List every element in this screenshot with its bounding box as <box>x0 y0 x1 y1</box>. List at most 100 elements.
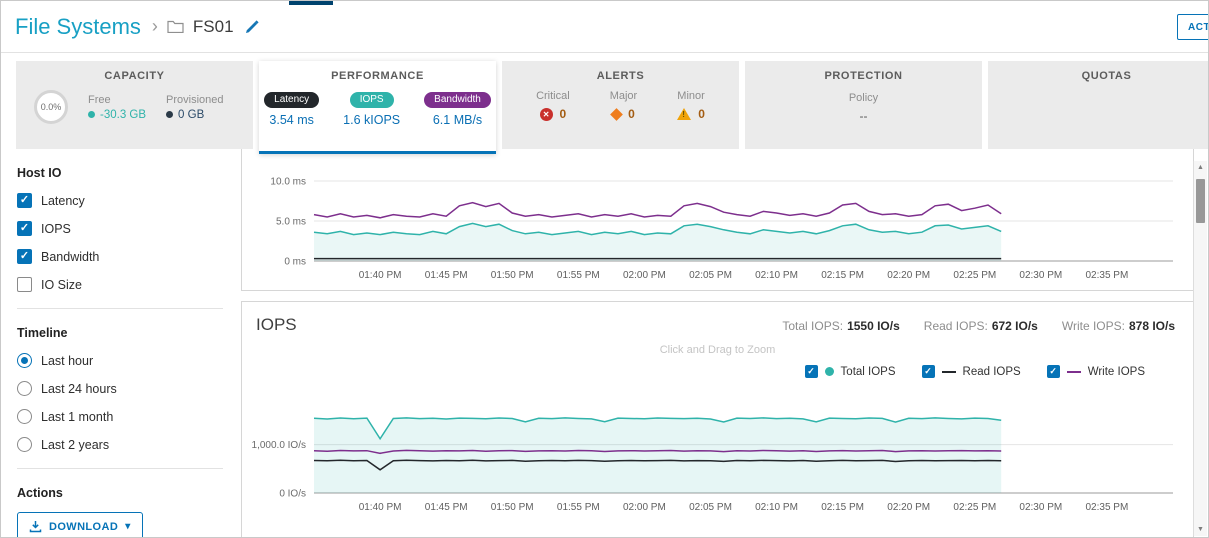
policy-value: -- <box>745 109 982 123</box>
svg-text:02:10 PM: 02:10 PM <box>755 270 798 281</box>
capacity-donut: 0.0% <box>34 90 68 124</box>
zoom-hint-text: Click and Drag to Zoom <box>242 344 1193 356</box>
svg-text:10.0 ms: 10.0 ms <box>270 177 306 188</box>
checkbox-row-bandwidth[interactable]: Bandwidth <box>17 249 223 264</box>
total-iops-stat: Total IOPS: 1550 IO/s <box>782 319 899 333</box>
folder-icon <box>167 20 184 33</box>
svg-text:02:35 PM: 02:35 PM <box>1085 502 1128 513</box>
alerts-card[interactable]: ALERTS Critical ✕ 0 Major 0 <box>502 61 739 149</box>
latency-chart[interactable]: 0 ms5.0 ms10.0 ms01:40 PM01:45 PM01:50 P… <box>248 161 1193 291</box>
total-iops-legend-checkbox[interactable] <box>805 365 818 378</box>
capacity-card-title: CAPACITY <box>16 70 253 82</box>
svg-text:02:15 PM: 02:15 PM <box>821 502 864 513</box>
svg-text:02:00 PM: 02:00 PM <box>623 270 666 281</box>
bandwidth-metric: Bandwidth 6.1 MB/s <box>424 89 491 127</box>
iops-checkbox[interactable] <box>17 221 32 236</box>
provisioned-value: 0 GB <box>178 109 204 121</box>
svg-text:02:05 PM: 02:05 PM <box>689 270 732 281</box>
svg-text:02:30 PM: 02:30 PM <box>1019 270 1062 281</box>
svg-text:01:40 PM: 01:40 PM <box>359 270 402 281</box>
latency-checkbox[interactable] <box>17 193 32 208</box>
top-bar: File Systems › FS01 <box>1 1 1208 53</box>
read-iops-legend-checkbox[interactable] <box>922 365 935 378</box>
svg-text:01:45 PM: 01:45 PM <box>425 270 468 281</box>
bandwidth-pill: Bandwidth <box>424 92 491 108</box>
latency-metric: Latency 3.54 ms <box>264 89 319 127</box>
total-iops-marker-dot <box>825 367 834 376</box>
major-icon <box>610 108 623 121</box>
scroll-down-arrow-icon[interactable]: ▼ <box>1194 526 1207 533</box>
iops-stats: Total IOPS:1550 IO/s Read IOPS:672 IO/s … <box>782 319 1175 333</box>
minor-label: Minor <box>677 90 705 102</box>
last-24-hours-label: Last 24 hours <box>41 382 117 396</box>
actions-button[interactable]: ACTIONS <box>1177 14 1209 40</box>
svg-text:02:25 PM: 02:25 PM <box>953 270 996 281</box>
last-1-month-radio[interactable] <box>17 409 32 424</box>
checkbox-row-io-size[interactable]: IO Size <box>17 277 223 292</box>
read-iops-stat-value: 672 IO/s <box>992 319 1038 333</box>
radio-row-last-1-month[interactable]: Last 1 month <box>17 409 223 424</box>
radio-row-last-2-years[interactable]: Last 2 years <box>17 437 223 452</box>
read-iops-legend-label: Read IOPS <box>963 366 1021 378</box>
iops-panel-header: IOPS Total IOPS:1550 IO/s Read IOPS:672 … <box>242 302 1193 335</box>
svg-text:02:20 PM: 02:20 PM <box>887 270 930 281</box>
iops-chart[interactable]: 0 IO/s1,000.0 IO/s01:40 PM01:45 PM01:50 … <box>248 383 1193 523</box>
major-alerts: Major 0 <box>610 90 638 121</box>
page-title: File Systems <box>15 14 141 40</box>
last-1-month-label: Last 1 month <box>41 410 113 424</box>
legend-item-read-iops[interactable]: Read IOPS <box>922 365 1021 378</box>
bandwidth-value: 6.1 MB/s <box>424 113 491 127</box>
total-iops-legend-label: Total IOPS <box>841 366 896 378</box>
svg-text:01:50 PM: 01:50 PM <box>491 270 534 281</box>
capacity-card[interactable]: CAPACITY 0.0% Free -30.3 GB Provisioned … <box>16 61 253 149</box>
capacity-card-body: 0.0% Free -30.3 GB Provisioned 0 GB <box>16 82 253 124</box>
bandwidth-checkbox[interactable] <box>17 249 32 264</box>
scroll-up-arrow-icon[interactable]: ▲ <box>1194 164 1207 171</box>
io-size-checkbox[interactable] <box>17 277 32 292</box>
major-count: 0 <box>628 107 635 121</box>
download-button[interactable]: DOWNLOAD ▾ <box>17 512 143 538</box>
svg-text:01:55 PM: 01:55 PM <box>557 502 600 513</box>
legend-item-write-iops[interactable]: Write IOPS <box>1047 365 1145 378</box>
performance-card-active-tab[interactable]: PERFORMANCE Latency 3.54 ms IOPS 1.6 kIO… <box>259 61 496 154</box>
iops-value: 1.6 kIOPS <box>343 113 400 127</box>
actions-section: Actions DOWNLOAD ▾ RESET ZOOM <box>17 486 223 538</box>
write-iops-legend-checkbox[interactable] <box>1047 365 1060 378</box>
host-io-heading: Host IO <box>17 166 223 180</box>
edit-pencil-icon[interactable] <box>245 20 259 34</box>
critical-icon: ✕ <box>540 108 553 121</box>
iops-chart-panel: IOPS Total IOPS:1550 IO/s Read IOPS:672 … <box>241 301 1194 538</box>
download-button-label: DOWNLOAD <box>49 521 118 533</box>
radio-row-last-24-hours[interactable]: Last 24 hours <box>17 381 223 396</box>
filters-sidebar: Host IO Latency IOPS Bandwidth IO Size T… <box>1 149 237 537</box>
iops-panel-title: IOPS <box>256 315 297 335</box>
breadcrumb-file-system-name: FS01 <box>193 17 234 37</box>
latency-value: 3.54 ms <box>264 113 319 127</box>
actions-heading: Actions <box>17 486 223 500</box>
total-iops-stat-label: Total IOPS: <box>782 319 843 333</box>
total-iops-stat-value: 1550 IO/s <box>847 319 900 333</box>
protection-card[interactable]: PROTECTION Policy -- <box>745 61 982 149</box>
top-accent-bar <box>289 1 333 5</box>
iops-legend: Total IOPS Read IOPS Write IOPS <box>242 365 1145 378</box>
legend-item-total-iops[interactable]: Total IOPS <box>805 365 896 378</box>
radio-row-last-hour[interactable]: Last hour <box>17 353 223 368</box>
bandwidth-checkbox-label: Bandwidth <box>41 250 99 264</box>
last-hour-label: Last hour <box>41 354 93 368</box>
protection-card-title: PROTECTION <box>745 70 982 82</box>
last-2-years-radio[interactable] <box>17 437 32 452</box>
latency-checkbox-label: Latency <box>41 194 85 208</box>
checkbox-row-iops[interactable]: IOPS <box>17 221 223 236</box>
last-2-years-label: Last 2 years <box>41 438 109 452</box>
last-24-hours-radio[interactable] <box>17 381 32 396</box>
vertical-scrollbar[interactable]: ▲ ▼ <box>1193 161 1207 536</box>
critical-label: Critical <box>536 90 570 102</box>
scrollbar-thumb[interactable] <box>1196 179 1205 223</box>
iops-metric: IOPS 1.6 kIOPS <box>343 89 400 127</box>
last-hour-radio[interactable] <box>17 353 32 368</box>
quotas-card[interactable]: QUOTAS <box>988 61 1209 149</box>
host-io-section: Host IO Latency IOPS Bandwidth IO Size <box>17 166 223 309</box>
minor-icon: ! <box>677 108 691 120</box>
svg-text:02:10 PM: 02:10 PM <box>755 502 798 513</box>
checkbox-row-latency[interactable]: Latency <box>17 193 223 208</box>
